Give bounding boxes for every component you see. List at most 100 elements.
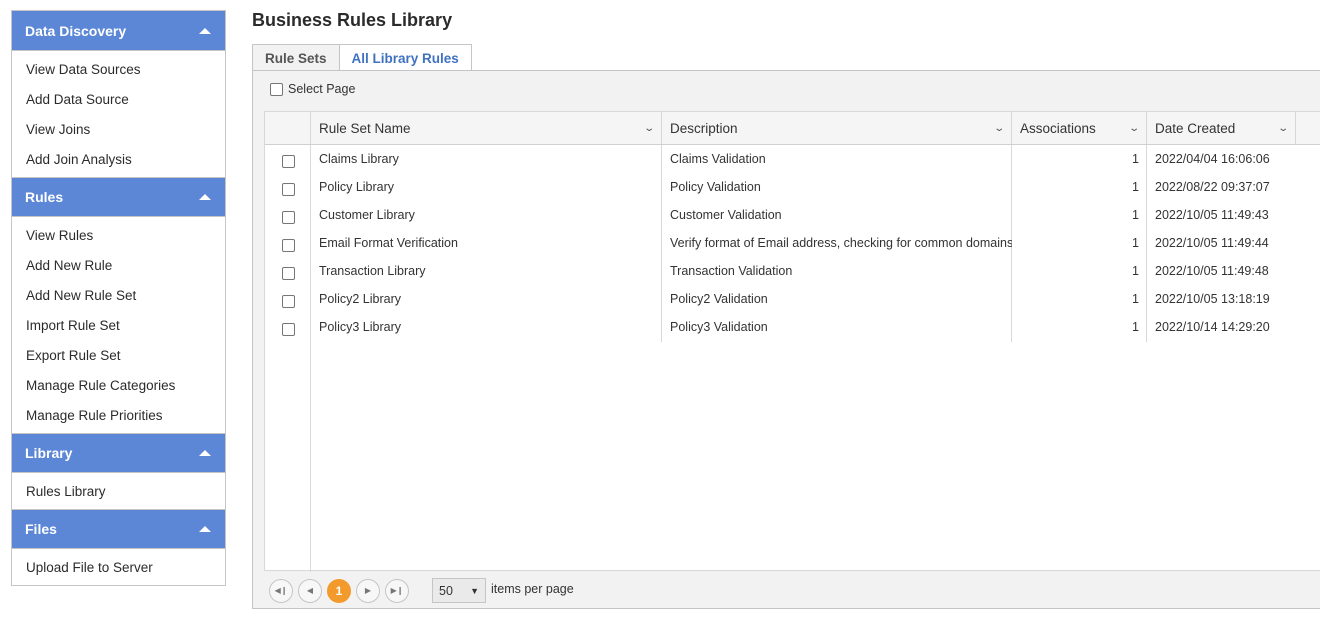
next-page-button[interactable]: ▶ bbox=[356, 578, 380, 603]
row-checkbox[interactable] bbox=[281, 154, 295, 168]
page-title: Business Rules Library bbox=[252, 10, 453, 30]
previous-page-button[interactable]: ◀ bbox=[298, 578, 322, 603]
sidebar-header-library[interactable]: Library bbox=[12, 433, 225, 473]
sidebar-item-view-rules[interactable]: View Rules bbox=[12, 220, 225, 250]
row-checkbox[interactable] bbox=[281, 182, 295, 196]
sidebar-header-files[interactable]: Files bbox=[12, 509, 225, 549]
cell-description: Policy3 Validation bbox=[670, 320, 768, 334]
cell-description: Claims Validation bbox=[670, 152, 766, 166]
sidebar-group-files: Files Upload File to Server bbox=[12, 509, 225, 585]
first-page-button[interactable]: ◀❙ bbox=[269, 578, 293, 603]
cell-associations: 1 bbox=[1132, 152, 1139, 166]
chevron-down-icon[interactable]: ⌄ bbox=[643, 123, 655, 134]
grid-body: Claims Library Claims Validation 1 2022/… bbox=[265, 145, 1320, 572]
sidebar-item-export-rule-set[interactable]: Export Rule Set bbox=[12, 340, 225, 370]
items-per-page-label: items per page bbox=[491, 582, 574, 596]
select-page[interactable]: Select Page bbox=[270, 82, 355, 96]
column-header-date-created[interactable]: Date Created ⌄ bbox=[1147, 112, 1296, 144]
previous-page-icon: ◀ bbox=[306, 586, 314, 595]
cell-date-created: 2022/04/04 16:06:06 bbox=[1155, 152, 1270, 166]
sidebar-item-add-new-rule[interactable]: Add New Rule bbox=[12, 250, 225, 280]
cell-description: Transaction Validation bbox=[670, 264, 793, 278]
row-select-cell bbox=[265, 201, 311, 229]
sidebar-item-manage-rule-categories[interactable]: Manage Rule Categories bbox=[12, 370, 225, 400]
cell-date-created: 2022/10/05 13:18:19 bbox=[1155, 292, 1270, 306]
sidebar-item-view-joins[interactable]: View Joins bbox=[12, 114, 225, 144]
sidebar-item-add-data-source[interactable]: Add Data Source bbox=[12, 84, 225, 114]
column-header-label: Description bbox=[670, 120, 738, 136]
table-row[interactable]: Policy2 Library Policy2 Validation 1 202… bbox=[265, 285, 1320, 313]
sidebar-item-add-new-rule-set[interactable]: Add New Rule Set bbox=[12, 280, 225, 310]
row-checkbox[interactable] bbox=[281, 210, 295, 224]
column-header-description[interactable]: Description ⌄ bbox=[662, 112, 1012, 144]
row-select-cell bbox=[265, 285, 311, 313]
table-row[interactable]: Transaction Library Transaction Validati… bbox=[265, 257, 1320, 285]
table-row[interactable]: Claims Library Claims Validation 1 2022/… bbox=[265, 145, 1320, 173]
cell-rule-set-name: Customer Library bbox=[319, 208, 415, 222]
first-page-icon: ◀❙ bbox=[274, 586, 288, 595]
chevron-down-icon[interactable]: ⌄ bbox=[993, 123, 1005, 134]
cell-date-created: 2022/10/05 11:49:44 bbox=[1155, 236, 1269, 250]
cell-description: Verify format of Email address, checking… bbox=[670, 236, 1012, 250]
sidebar-group-library: Library Rules Library bbox=[12, 433, 225, 509]
collapse-up-icon bbox=[199, 194, 211, 200]
cell-date-created: 2022/08/22 09:37:07 bbox=[1155, 180, 1270, 194]
table-row[interactable]: Policy Library Policy Validation 1 2022/… bbox=[265, 173, 1320, 201]
last-page-button[interactable]: ▶❙ bbox=[385, 578, 409, 603]
select-page-checkbox[interactable] bbox=[270, 82, 283, 96]
sidebar-header-label: Data Discovery bbox=[25, 22, 127, 39]
current-page-button[interactable]: 1 bbox=[327, 578, 351, 603]
row-select-cell bbox=[265, 257, 311, 285]
sidebar-group-rules: Rules View Rules Add New Rule Add New Ru… bbox=[12, 177, 225, 433]
sidebar-item-add-join-analysis[interactable]: Add Join Analysis bbox=[12, 144, 225, 174]
row-checkbox[interactable] bbox=[281, 294, 295, 308]
row-checkbox[interactable] bbox=[281, 266, 295, 280]
sidebar-header-data-discovery[interactable]: Data Discovery bbox=[12, 11, 225, 51]
page-size-select[interactable]: 50 ▼ bbox=[432, 578, 486, 603]
collapse-up-icon bbox=[199, 526, 211, 532]
page-size-value: 50 bbox=[439, 583, 453, 598]
sidebar-item-rules-library[interactable]: Rules Library bbox=[12, 476, 225, 506]
tab-panel: Select Page Rule Set Name ⌄ Description … bbox=[252, 70, 1320, 609]
tab-rule-sets[interactable]: Rule Sets bbox=[252, 44, 340, 71]
table-row[interactable]: Policy3 Library Policy3 Validation 1 202… bbox=[265, 313, 1320, 341]
select-page-label: Select Page bbox=[288, 82, 356, 96]
cell-rule-set-name: Policy3 Library bbox=[319, 320, 401, 334]
cell-rule-set-name: Policy Library bbox=[319, 180, 395, 194]
cell-rule-set-name: Claims Library bbox=[319, 152, 399, 166]
cell-associations: 1 bbox=[1132, 180, 1139, 194]
collapse-up-icon bbox=[199, 450, 211, 456]
column-header-label: Date Created bbox=[1155, 120, 1236, 136]
sidebar: Data Discovery View Data Sources Add Dat… bbox=[11, 10, 226, 586]
cell-associations: 1 bbox=[1132, 236, 1139, 250]
cell-associations: 1 bbox=[1132, 208, 1139, 222]
tab-all-library-rules[interactable]: All Library Rules bbox=[339, 44, 472, 72]
table-row[interactable]: Email Format Verification Verify format … bbox=[265, 229, 1320, 257]
sidebar-header-label: Rules bbox=[25, 189, 64, 205]
next-page-icon: ▶ bbox=[364, 586, 372, 595]
row-checkbox[interactable] bbox=[281, 238, 295, 252]
cell-rule-set-name: Email Format Verification bbox=[319, 236, 458, 250]
sidebar-header-label: Library bbox=[25, 445, 73, 461]
grid-header: Rule Set Name ⌄ Description ⌄ Associatio… bbox=[265, 112, 1320, 145]
sidebar-item-view-data-sources[interactable]: View Data Sources bbox=[12, 54, 225, 84]
cell-associations: 1 bbox=[1132, 320, 1139, 334]
cell-rule-set-name: Transaction Library bbox=[319, 264, 426, 278]
rule-sets-grid: Rule Set Name ⌄ Description ⌄ Associatio… bbox=[264, 111, 1320, 572]
sidebar-header-rules[interactable]: Rules bbox=[12, 177, 225, 217]
table-row[interactable]: Customer Library Customer Validation 1 2… bbox=[265, 201, 1320, 229]
cell-date-created: 2022/10/05 11:49:43 bbox=[1155, 208, 1269, 222]
row-checkbox[interactable] bbox=[281, 322, 295, 336]
chevron-down-icon[interactable]: ⌄ bbox=[1277, 123, 1289, 134]
last-page-icon: ▶❙ bbox=[390, 586, 404, 595]
header-select-column bbox=[265, 112, 311, 144]
chevron-down-icon[interactable]: ⌄ bbox=[1128, 123, 1140, 134]
sidebar-item-import-rule-set[interactable]: Import Rule Set bbox=[12, 310, 225, 340]
column-header-associations[interactable]: Associations ⌄ bbox=[1012, 112, 1147, 144]
cell-description: Customer Validation bbox=[670, 208, 782, 222]
cell-date-created: 2022/10/14 14:29:20 bbox=[1155, 320, 1270, 334]
sidebar-item-upload-file-to-server[interactable]: Upload File to Server bbox=[12, 552, 225, 582]
column-header-rule-set-name[interactable]: Rule Set Name ⌄ bbox=[311, 112, 662, 144]
sidebar-item-manage-rule-priorities[interactable]: Manage Rule Priorities bbox=[12, 400, 225, 430]
row-select-cell bbox=[265, 229, 311, 257]
